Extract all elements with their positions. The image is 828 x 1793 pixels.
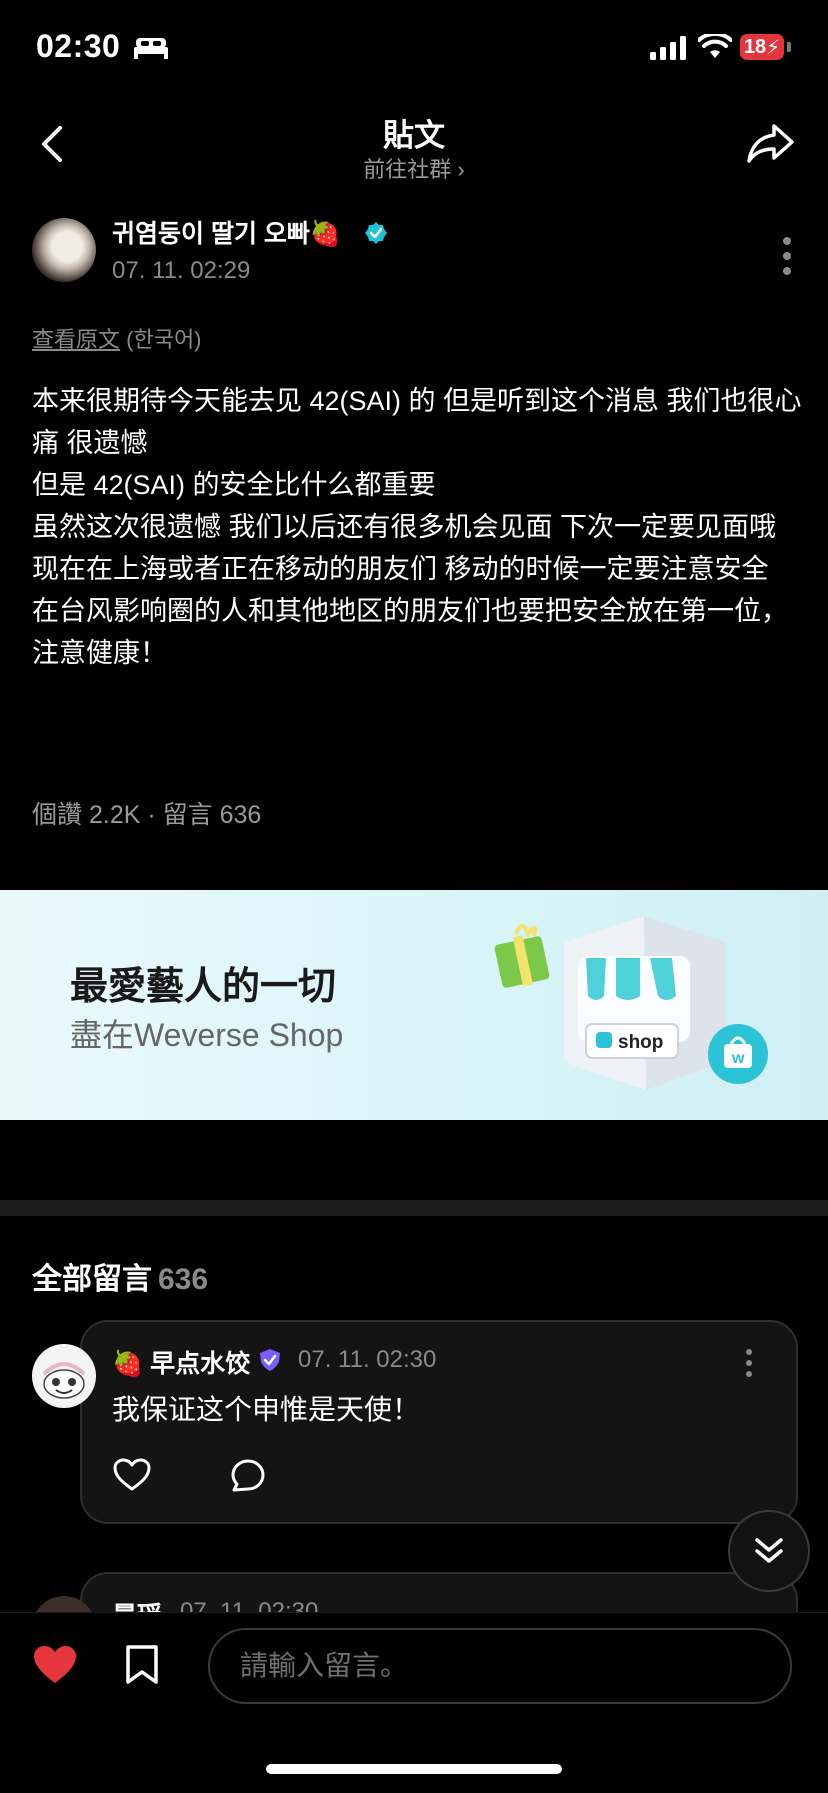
likes-label: 個讚: [32, 801, 83, 829]
comments-count[interactable]: 636: [220, 801, 262, 829]
commenter-name[interactable]: 🍓 早点水饺: [112, 1344, 250, 1380]
original-language: (한국어): [126, 327, 202, 352]
home-indicator: [266, 1764, 562, 1774]
view-original: 查看原文 (한국어): [32, 322, 202, 354]
comment-timestamp: 07. 11. 02:30: [298, 1346, 437, 1373]
sleep-mode-icon: [134, 38, 168, 59]
shopping-bag-icon: w: [708, 1024, 768, 1084]
share-icon[interactable]: [746, 122, 796, 164]
verified-badge-icon: [365, 222, 387, 244]
post-body-line: 在台风影响圈的人和其他地区的朋友们也要把安全放在第一位，注意健康！: [32, 596, 788, 668]
comments-header: 全部留言 636: [32, 1254, 208, 1298]
view-original-link[interactable]: 查看原文: [32, 327, 120, 352]
battery-icon: 18 ⚡: [740, 34, 784, 60]
comment-more-icon[interactable]: [744, 1348, 754, 1378]
post-body: 本来很期待今天能去见 42(SAI) 的 但是听到这个消息 我们也很心痛 很遗憾…: [32, 380, 802, 674]
post-body-line: 虽然这次很遗憾 我们以后还有很多机会见面 下次一定要见面哦: [32, 512, 777, 542]
status-time: 02:30: [36, 28, 121, 64]
scroll-down-button[interactable]: [728, 1510, 810, 1592]
comment-input[interactable]: [208, 1628, 792, 1704]
double-chevron-down-icon: [755, 1538, 783, 1563]
gift-box-icon: [494, 924, 550, 988]
banner-headline: 最愛藝人的一切: [70, 966, 337, 1008]
banner-subline: 盡在Weverse Shop: [70, 1017, 344, 1053]
shop-illustration: shop w: [494, 916, 768, 1090]
post-timestamp: 07. 11. 02:29: [112, 257, 251, 284]
section-divider: [0, 1200, 828, 1216]
heart-outline-icon[interactable]: [113, 1458, 151, 1492]
post-body-line: 本来很期待今天能去见 42(SAI) 的 但是听到这个消息 我们也很心痛 很遗憾: [32, 386, 802, 458]
status-bar: 02:30 18 ⚡: [0, 0, 828, 100]
cellular-signal-icon: [650, 36, 686, 60]
like-heart-icon[interactable]: [32, 1644, 78, 1686]
reply-bubble-icon[interactable]: [230, 1458, 266, 1494]
author-avatar[interactable]: [32, 218, 96, 282]
page-title: 貼文: [383, 118, 445, 153]
fan-badge-icon: [260, 1349, 280, 1371]
author-name[interactable]: 귀염둥이 딸기 오빠🍓: [112, 214, 341, 250]
shop-label: shop: [618, 1032, 663, 1053]
go-to-community-link[interactable]: 前往社群 ›: [0, 152, 828, 184]
battery-cap: [787, 42, 791, 52]
cartoon-face-icon: [42, 1362, 86, 1399]
commenter-avatar[interactable]: [32, 1344, 96, 1408]
comment-text: 我保证这个申惟是天使！: [112, 1394, 421, 1425]
comments-label: 留言: [162, 801, 213, 829]
post-stats: 個讚 2.2K · 留言 636: [32, 795, 261, 831]
comments-title: 全部留言: [32, 1263, 152, 1296]
likes-count[interactable]: 2.2K: [89, 801, 140, 829]
bookmark-icon[interactable]: [124, 1644, 160, 1686]
stats-separator: ·: [147, 801, 156, 829]
more-options-icon[interactable]: [780, 236, 794, 276]
wifi-icon: [698, 34, 732, 58]
shop-badge-letter: w: [731, 1050, 745, 1067]
post-body-line: 现在在上海或者正在移动的朋友们 移动的时候一定要注意安全: [32, 554, 769, 584]
post-body-line: 但是 42(SAI) 的安全比什么都重要: [32, 470, 436, 500]
comments-total: 636: [158, 1263, 209, 1296]
